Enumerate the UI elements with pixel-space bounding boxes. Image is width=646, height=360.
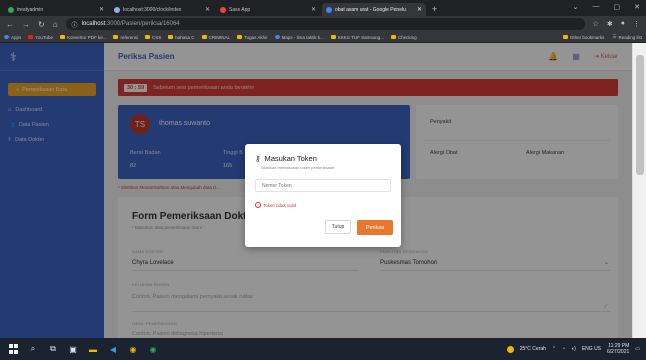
window-controls: ⌄ — ▢ ✕ xyxy=(573,3,640,11)
url-field[interactable]: ⓘ localhost:3000/Pasien/periksa/16064 xyxy=(65,18,585,30)
tab-title: obat asam urat - Google Penelu xyxy=(335,6,406,13)
bookmark-item[interactable]: CRIMINAL xyxy=(201,35,230,40)
toolbar-icons: ☆ ✱ ● ⋮ xyxy=(593,20,640,28)
bookmark-item[interactable]: YouTube xyxy=(28,35,53,40)
info-icon[interactable]: ⓘ xyxy=(72,20,78,29)
reading-list[interactable]: ☰ Reading list xyxy=(612,34,642,40)
tab-favicon-icon xyxy=(326,6,332,13)
windows-taskbar: ⌕ ⧉ ▣ ▬ ◀ ◉ ◉ 25°C Cerah ⌃ ◔ ◖) ENG US 1… xyxy=(0,338,646,360)
new-tab-button[interactable]: + xyxy=(432,4,437,14)
clock[interactable]: 11:29 PM 6/27/2021 xyxy=(607,343,629,355)
maps-icon xyxy=(274,35,280,39)
folder-icon xyxy=(201,35,207,39)
error-icon: ! xyxy=(255,202,261,208)
tab-favicon-icon xyxy=(220,6,226,13)
weather-icon[interactable] xyxy=(506,345,514,353)
modal-title: ⚷ Masukan Token xyxy=(255,154,317,163)
bookmark-item[interactable]: CSS xyxy=(144,35,161,40)
folder-icon xyxy=(390,35,396,39)
folder-icon xyxy=(168,35,174,39)
modal-description: Silahkan memasukan token pemeriksaan xyxy=(261,165,335,170)
explorer-icon[interactable]: ▬ xyxy=(88,344,98,354)
reading-list-icon: ☰ xyxy=(612,34,617,39)
token-input[interactable] xyxy=(255,179,391,192)
browser-tab-active[interactable]: obat asam urat - Google Penelu ✕ xyxy=(322,3,426,16)
forward-icon[interactable]: → xyxy=(22,20,30,29)
browser-tab[interactable]: localhost:3000/clock/index ✕ xyxy=(110,3,214,16)
token-modal: ⚷ Masukan Token Silahkan memasukan token… xyxy=(245,144,401,247)
close-button[interactable]: Tutup xyxy=(325,220,351,234)
maximize-icon[interactable]: ▢ xyxy=(614,3,621,11)
bookmark-item[interactable]: referensi xyxy=(113,35,138,40)
folder-icon xyxy=(562,35,568,39)
bookmark-item[interactable]: Checking xyxy=(390,35,417,40)
apps-icon xyxy=(4,35,9,39)
bookmark-item[interactable]: Maps - lima taktik k... xyxy=(274,35,324,40)
minimize-icon[interactable]: — xyxy=(593,3,600,11)
browser-tab-bar: treatyadmin ✕ localhost:3000/clock/index… xyxy=(0,0,646,16)
language-indicator[interactable]: ENG US xyxy=(582,346,601,352)
folder-icon xyxy=(144,35,150,39)
volume-icon[interactable]: ◖) xyxy=(571,346,576,352)
tab-title: localhost:3000/clock/index xyxy=(123,6,182,13)
close-tab-icon[interactable]: ✕ xyxy=(311,6,316,13)
url-host: localhost xyxy=(81,21,106,27)
bookmark-item[interactable]: KKKS TUF Samsung... xyxy=(330,35,384,40)
windows-start-icon[interactable] xyxy=(8,344,18,354)
chrome-icon[interactable]: ◉ xyxy=(128,344,138,354)
token-error: ! Token tidak valid xyxy=(255,202,296,208)
notification-icon[interactable]: ▭ xyxy=(635,346,640,352)
bookmark-item[interactable]: Apps xyxy=(4,35,21,40)
bookmark-item[interactable]: bahasa C xyxy=(168,35,195,40)
chrome-icon[interactable]: ◉ xyxy=(148,344,158,354)
bookmarks-bar: Apps YouTube Konvertor PDF ke... referen… xyxy=(0,32,646,43)
check-token-button[interactable]: Periksa xyxy=(357,220,393,235)
search-icon[interactable]: ⌕ xyxy=(28,344,38,354)
other-bookmarks[interactable]: Other bookmarks xyxy=(562,34,604,40)
bookmark-item[interactable]: Konvertor PDF ke... xyxy=(59,35,106,40)
folder-icon xyxy=(237,35,243,39)
key-icon: ⚷ xyxy=(255,154,261,163)
network-icon[interactable]: ◔ xyxy=(562,346,565,352)
folder-icon xyxy=(330,35,336,39)
clock-date: 6/27/2021 xyxy=(607,349,630,355)
folder-icon xyxy=(59,35,65,39)
home-icon[interactable]: ⌂ xyxy=(53,20,58,29)
store-icon[interactable]: ▣ xyxy=(68,344,78,354)
tab-title: Sass App xyxy=(229,6,251,13)
address-bar: ← → ↻ ⌂ ⓘ localhost:3000/Pasien/periksa/… xyxy=(0,16,646,32)
chevron-up-icon[interactable]: ⌃ xyxy=(552,346,556,352)
page-scrollbar[interactable] xyxy=(632,43,646,338)
bookmark-item[interactable]: Tugas Akhir xyxy=(237,35,268,40)
chevron-down-icon[interactable]: ⌄ xyxy=(573,3,579,11)
back-icon[interactable]: ← xyxy=(6,20,14,29)
browser-tab[interactable]: treatyadmin ✕ xyxy=(4,3,108,16)
tab-title: treatyadmin xyxy=(17,6,44,13)
close-tab-icon[interactable]: ✕ xyxy=(205,6,210,13)
modal-title-text: Masukan Token xyxy=(264,154,317,163)
scrollbar-thumb[interactable] xyxy=(636,55,644,175)
close-tab-icon[interactable]: ✕ xyxy=(417,6,422,13)
profile-icon[interactable]: ● xyxy=(621,20,625,28)
close-window-icon[interactable]: ✕ xyxy=(634,3,640,11)
extension-icon[interactable]: ✱ xyxy=(607,20,613,28)
tab-favicon-icon xyxy=(8,6,14,13)
reload-icon[interactable]: ↻ xyxy=(38,20,45,29)
token-error-text: Token tidak valid xyxy=(263,202,297,208)
system-tray: 25°C Cerah ⌃ ◔ ◖) ENG US 11:29 PM 6/27/2… xyxy=(506,343,646,355)
tab-favicon-icon xyxy=(114,6,120,13)
star-icon[interactable]: ☆ xyxy=(593,20,599,28)
url-path: :3000/Pasien/periksa/16064 xyxy=(105,21,180,27)
youtube-icon xyxy=(28,35,34,39)
menu-icon[interactable]: ⋮ xyxy=(633,20,640,28)
weather-text[interactable]: 25°C Cerah xyxy=(520,346,546,352)
close-tab-icon[interactable]: ✕ xyxy=(99,6,104,13)
folder-icon xyxy=(113,35,119,39)
task-view-icon[interactable]: ⧉ xyxy=(48,344,58,354)
browser-tab[interactable]: Sass App ✕ xyxy=(216,3,320,16)
vscode-icon[interactable]: ◀ xyxy=(108,344,118,354)
